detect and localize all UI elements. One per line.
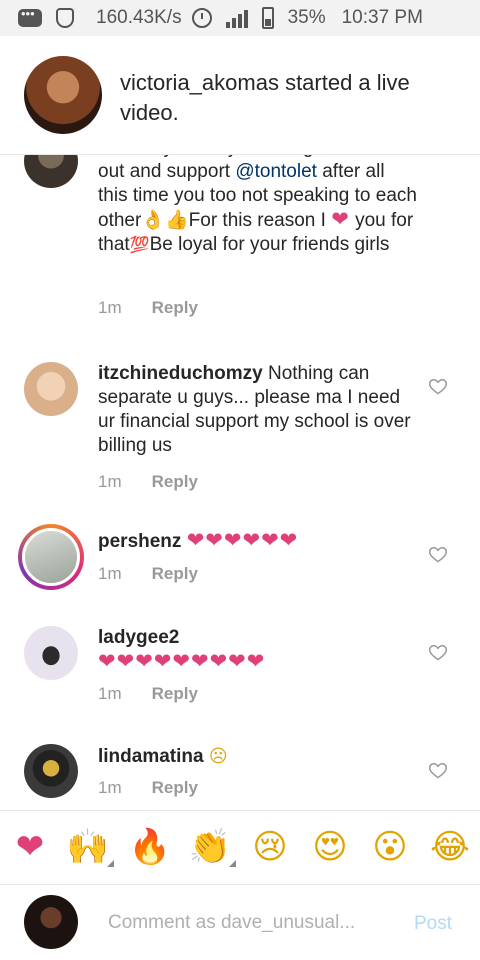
post-button[interactable]: Post [414,913,452,935]
alarm-icon [191,8,212,28]
shield-icon [56,8,74,28]
battery-icon [261,7,274,29]
sad-face-emoji: ☹ [208,746,228,766]
reply-button[interactable]: Reply [152,564,198,584]
commenter-avatar-story-ring[interactable] [18,524,84,590]
reply-button[interactable]: Reply [152,684,198,704]
like-heart-icon[interactable] [428,376,448,396]
laughing-face-emoji-button[interactable]: 😂 [428,825,472,869]
hearts-emoji: ❤❤❤❤❤❤❤❤❤ [98,650,266,673]
like-heart-icon[interactable] [428,642,448,662]
comment-time: 1m [98,564,122,583]
clock: 10:37 PM [341,7,423,28]
comment-username[interactable]: ladygee2 [98,626,418,650]
current-user-avatar [24,895,78,949]
ok-hand-emoji: 👌👍 [141,210,189,231]
comment-time: 1m [98,472,122,491]
signal-icon [225,8,248,28]
screen: 160.43K/s 35% 10:37 PM victoria_akomas s… [0,0,480,960]
hearts-emoji: ❤❤❤❤❤❤ [186,529,299,552]
comment-meta: 1m Reply [98,472,198,492]
comment-meta: 1m Reply [98,778,198,798]
comment-text: itzchineduchomzy Nothing can separate u … [98,363,411,456]
comment-time: 1m [98,684,122,703]
comment-time: 1m [98,298,122,317]
comments-list[interactable]: definitely knew you was gonna come out a… [0,154,480,810]
commenter-avatar[interactable] [24,154,78,188]
reply-button[interactable]: Reply [152,778,198,798]
clapping-hands-emoji-button[interactable]: 👏 [188,825,236,869]
comment-username[interactable]: pershenz [98,531,181,552]
heart-eyes-emoji-button[interactable]: 😍 [308,825,352,869]
crying-face-emoji-button[interactable]: 😢 [248,825,292,869]
comment-input[interactable] [108,907,398,939]
hundred-emoji: 💯 [129,237,150,254]
commenter-avatar[interactable] [24,744,78,798]
comment-username[interactable]: lindamatina [98,746,204,767]
comment-text: ladygee2 ❤❤❤❤❤❤❤❤❤ [98,626,418,674]
live-notification[interactable]: victoria_akomas started a live video. [0,36,480,154]
comment-text: lindamatina ☹ [98,744,418,769]
commenter-avatar[interactable] [24,362,78,416]
comment-time: 1m [98,778,122,797]
emoji-reaction-bar: ❤ 🙌 🔥 👏 😢 😍 😮 😂 [0,810,480,884]
comment-meta: 1m Reply [98,684,198,704]
mention-link[interactable]: @tontolet [235,161,317,182]
comment-username[interactable]: itzchineduchomzy [98,363,263,384]
reply-button[interactable]: Reply [152,472,198,492]
heart-emoji-button[interactable]: ❤ [8,825,52,869]
reply-button[interactable]: Reply [152,298,198,318]
battery-percent: 35% [287,7,326,28]
network-speed: 160.43K/s [96,7,182,28]
status-bar: 160.43K/s 35% 10:37 PM [0,0,480,36]
raised-hands-emoji-button[interactable]: 🙌 [66,825,114,869]
live-notification-text: victoria_akomas started a live video. [120,70,410,125]
commenter-avatar[interactable] [24,626,78,680]
like-heart-icon[interactable] [428,544,448,564]
comment-meta: 1m Reply [98,564,198,584]
fire-emoji-button[interactable]: 🔥 [128,825,172,869]
heart-emoji: ❤ [331,208,350,231]
surprised-face-emoji-button[interactable]: 😮 [368,825,412,869]
comment-text: definitely knew you was gonna come out a… [98,154,417,255]
messages-icon [18,6,42,27]
host-avatar[interactable] [24,56,102,134]
comment-meta: 1m Reply [98,298,198,318]
comment-text: pershenz ❤❤❤❤❤❤ [98,529,418,554]
like-heart-icon[interactable] [428,760,448,780]
comment-compose-bar: Post [0,884,480,960]
